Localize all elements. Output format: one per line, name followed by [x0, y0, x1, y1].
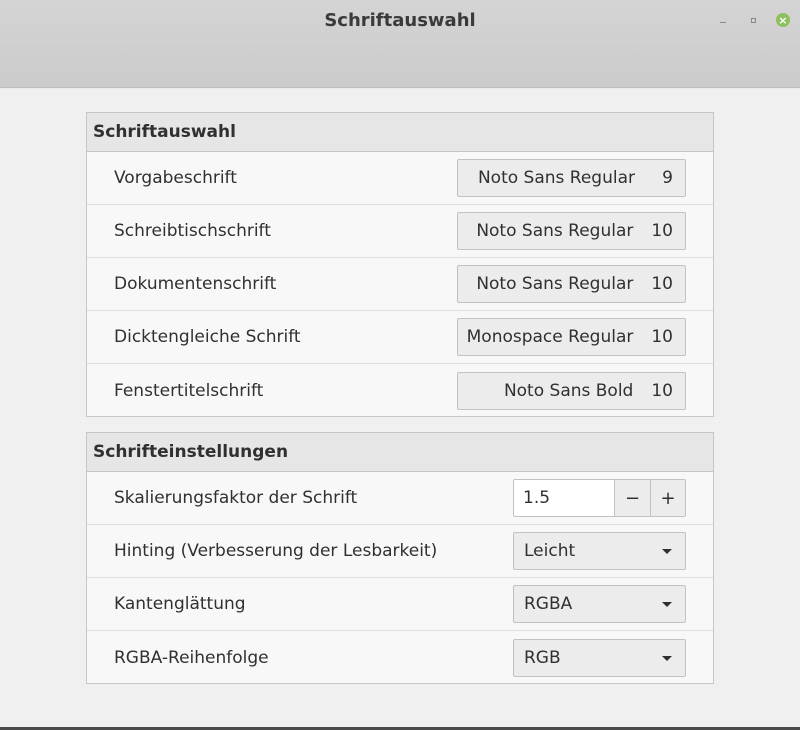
font-size: 10 [651, 380, 673, 401]
font-selection-section: Schriftauswahl Vorgabeschrift Noto Sans … [86, 112, 714, 417]
row-label: Hinting (Verbesserung der Lesbarkeit) [114, 541, 438, 561]
font-size: 10 [651, 327, 673, 347]
font-size: 10 [651, 274, 673, 294]
font-name: Noto Sans Regular [476, 221, 634, 241]
row-label: Skalierungsfaktor der Schrift [114, 488, 358, 508]
rgba-order-row: RGBA-Reihenfolge RGB [87, 631, 713, 684]
chevron-down-icon [662, 602, 672, 607]
default-font-button[interactable]: Noto Sans Regular 9 [457, 159, 686, 197]
close-icon: × [776, 13, 790, 27]
row-label: Kantenglättung [114, 594, 246, 614]
font-name: Noto Sans Regular [477, 168, 635, 188]
document-font-button[interactable]: Noto Sans Regular 10 [457, 265, 686, 303]
antialiasing-dropdown[interactable]: RGBA [513, 585, 686, 623]
window-titlebar: Schriftauswahl × [0, 0, 800, 88]
scaling-factor-spinner: 1.5 − + [513, 479, 686, 517]
font-row-monospace: Dicktengleiche Schrift Monospace Regular… [87, 311, 713, 364]
window-title-font-button[interactable]: Noto Sans Bold 10 [457, 371, 686, 410]
row-label: Vorgabeschrift [114, 168, 237, 188]
maximize-button[interactable] [745, 12, 761, 28]
font-name: Noto Sans Regular [476, 274, 634, 294]
dropdown-value: RGB [524, 647, 561, 668]
font-size: 10 [651, 221, 673, 241]
row-label: Dicktengleiche Schrift [114, 327, 301, 347]
font-row-default: Vorgabeschrift Noto Sans Regular 9 [87, 152, 713, 205]
row-label: Dokumentenschrift [114, 274, 277, 294]
maximize-icon [750, 17, 756, 23]
scaling-factor-input[interactable]: 1.5 [513, 479, 614, 517]
section-header: Schrifteinstellungen [87, 433, 713, 472]
minimize-icon [720, 21, 726, 23]
section-header: Schriftauswahl [87, 113, 713, 152]
font-row-document: Dokumentenschrift Noto Sans Regular 10 [87, 258, 713, 311]
font-name: Noto Sans Bold [503, 380, 634, 401]
font-row-window-title: Fenstertitelschrift Noto Sans Bold 10 [87, 364, 713, 417]
rgba-order-dropdown[interactable]: RGB [513, 638, 686, 677]
desktop-font-button[interactable]: Noto Sans Regular 10 [457, 212, 686, 250]
dropdown-value: Leicht [524, 541, 576, 561]
scaling-row: Skalierungsfaktor der Schrift 1.5 − + [87, 472, 713, 525]
antialiasing-row: Kantenglättung RGBA [87, 578, 713, 631]
hinting-row: Hinting (Verbesserung der Lesbarkeit) Le… [87, 525, 713, 578]
row-label: Fenstertitelschrift [114, 380, 264, 401]
row-label: RGBA-Reihenfolge [114, 647, 269, 668]
font-size: 9 [662, 168, 673, 188]
font-settings-section: Schrifteinstellungen Skalierungsfaktor d… [86, 432, 714, 684]
decrement-button[interactable]: − [614, 479, 650, 517]
row-label: Schreibtischschrift [114, 221, 271, 241]
dropdown-value: RGBA [524, 594, 573, 614]
close-button[interactable]: × [775, 12, 791, 28]
chevron-down-icon [662, 549, 672, 554]
window-title: Schriftauswahl [324, 10, 476, 31]
increment-button[interactable]: + [650, 479, 686, 517]
hinting-dropdown[interactable]: Leicht [513, 532, 686, 570]
font-row-desktop: Schreibtischschrift Noto Sans Regular 10 [87, 205, 713, 258]
chevron-down-icon [662, 655, 672, 661]
monospace-font-button[interactable]: Monospace Regular 10 [457, 318, 686, 356]
font-name: Monospace Regular [466, 327, 634, 347]
minimize-button[interactable] [715, 12, 731, 28]
